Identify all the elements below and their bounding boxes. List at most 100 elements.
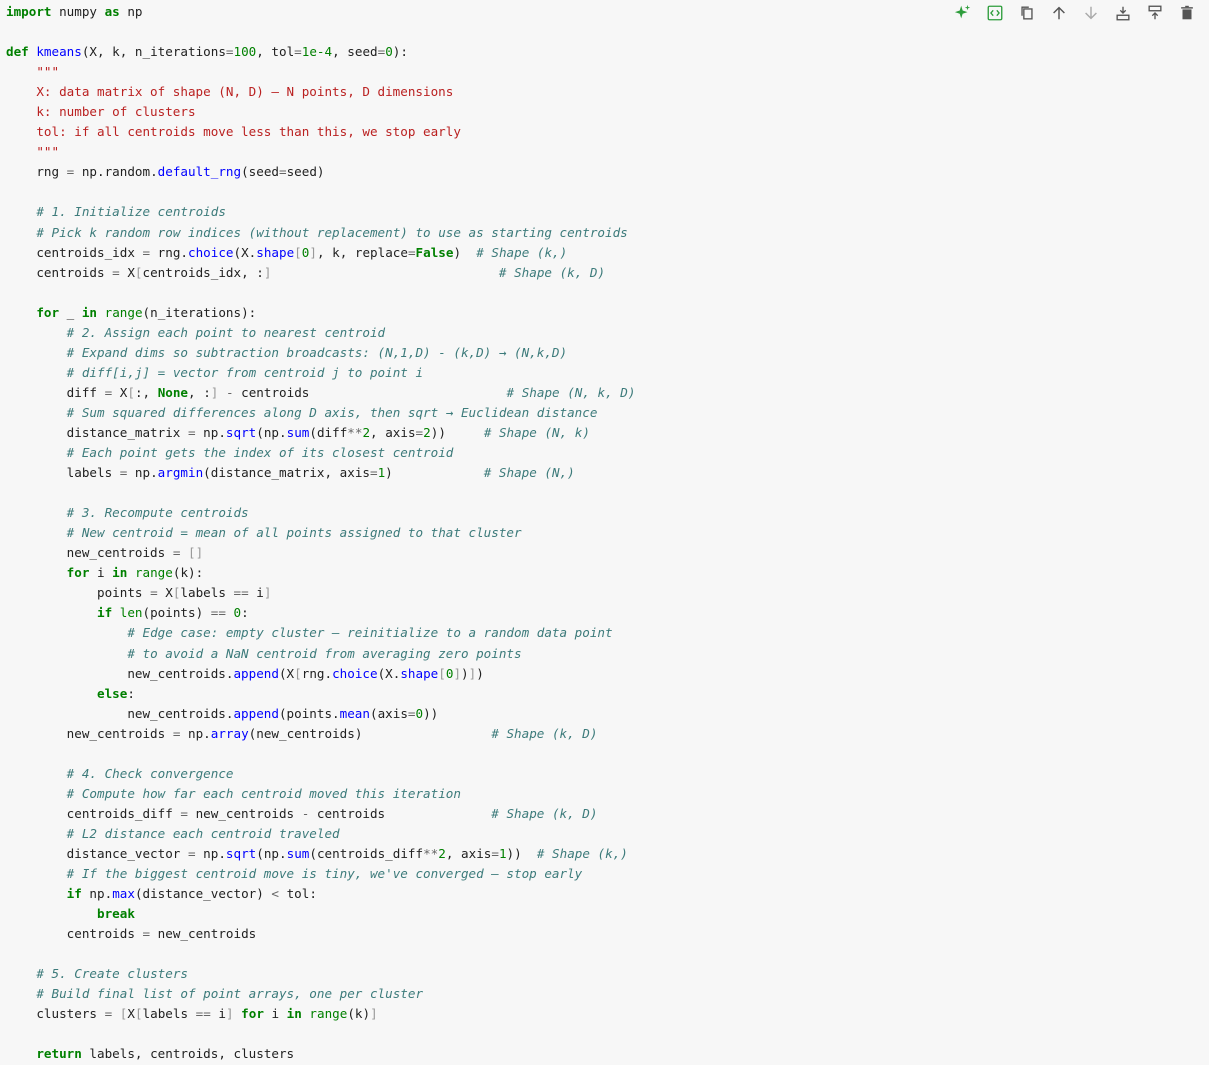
delete-button[interactable] bbox=[1171, 3, 1203, 23]
code-token: 0 bbox=[385, 44, 393, 60]
code-token: # Each point gets the index of its close… bbox=[66, 445, 454, 461]
code-token: array bbox=[210, 725, 249, 741]
code-token: if bbox=[66, 886, 82, 902]
code-token: # 2. Assign each point to nearest centro… bbox=[66, 324, 386, 340]
code-token: # Shape (k, D) bbox=[491, 805, 598, 821]
code-token: mean bbox=[339, 705, 370, 721]
code-line: distance_vector = np.sqrt(np.sum(centroi… bbox=[6, 844, 635, 864]
code-token: ) bbox=[453, 244, 477, 260]
code-token: = bbox=[142, 244, 151, 260]
code-line: # 3. Recompute centroids bbox=[6, 503, 635, 523]
insert-above-button[interactable] bbox=[1139, 3, 1171, 23]
code-token: 1e-4 bbox=[301, 44, 333, 60]
code-token: = bbox=[112, 264, 120, 280]
code-token: [ bbox=[134, 1006, 143, 1022]
code-token: (k) bbox=[347, 1006, 371, 1022]
code-token: [ bbox=[438, 665, 446, 681]
code-line: tol: if all centroids move less than thi… bbox=[6, 122, 635, 142]
trash-icon bbox=[1181, 5, 1193, 20]
code-token: == bbox=[233, 585, 249, 601]
move-down-button[interactable] bbox=[1075, 3, 1107, 23]
code-line: # Expand dims so subtraction broadcasts:… bbox=[6, 343, 635, 363]
code-token: , axis bbox=[445, 845, 492, 861]
code-token: 0 bbox=[233, 605, 242, 621]
code-token: [] bbox=[188, 545, 204, 561]
code-button[interactable] bbox=[979, 3, 1011, 23]
code-token: for bbox=[241, 1006, 264, 1022]
code-token: diff bbox=[6, 384, 105, 400]
code-token: # 4. Check convergence bbox=[66, 765, 234, 781]
code-token: (X. bbox=[377, 665, 401, 681]
code-line: # Build final list of point arrays, one … bbox=[6, 984, 635, 1004]
code-token: points bbox=[6, 585, 151, 601]
code-token: [ bbox=[127, 384, 135, 400]
code-token: 0 bbox=[415, 705, 424, 721]
code-token: np. bbox=[195, 424, 226, 440]
code-line: # 5. Create clusters bbox=[6, 964, 635, 984]
code-token: centroids bbox=[6, 926, 143, 942]
code-token: : bbox=[241, 605, 249, 621]
code-token: # 3. Recompute centroids bbox=[66, 505, 249, 521]
code-token: tol: if all centroids move less than thi… bbox=[6, 124, 461, 140]
code-line: centroids = new_centroids bbox=[6, 924, 635, 944]
code-token: # Shape (N,) bbox=[483, 465, 575, 481]
code-token: (diff bbox=[309, 424, 348, 440]
code-line: """ bbox=[6, 62, 635, 82]
code-token: """ bbox=[36, 64, 60, 80]
code-token: = bbox=[180, 805, 188, 821]
code-line: if np.max(distance_vector) < tol: bbox=[6, 884, 635, 904]
move-up-button[interactable] bbox=[1043, 3, 1075, 23]
code-token: = bbox=[369, 465, 378, 481]
code-token: :, bbox=[134, 384, 158, 400]
code-token: , axis bbox=[370, 424, 416, 440]
code-token: new_centroids. bbox=[6, 705, 234, 721]
code-token: ** bbox=[347, 424, 363, 440]
insert-below-button[interactable] bbox=[1107, 3, 1139, 23]
code-token: = bbox=[407, 244, 416, 260]
code-token: # New centroid = mean of all points assi… bbox=[66, 525, 522, 541]
code-token: (k): bbox=[172, 565, 204, 581]
code-token: if bbox=[97, 605, 113, 621]
code-line: """ bbox=[6, 142, 635, 162]
code-token: shape bbox=[256, 244, 295, 260]
code-token: new_centroids bbox=[187, 805, 302, 821]
code-line: # Edge case: empty cluster — reinitializ… bbox=[6, 623, 635, 643]
code-token: # diff[i,j] = vector from centroid j to … bbox=[66, 364, 424, 380]
code-token: rng. bbox=[150, 244, 188, 260]
code-line: distance_matrix = np.sqrt(np.sum(diff**2… bbox=[6, 423, 635, 443]
code-token: return bbox=[36, 1046, 82, 1062]
code-token: labels bbox=[142, 1006, 196, 1022]
code-token: [ bbox=[294, 665, 302, 681]
code-token: distance_matrix bbox=[6, 424, 188, 440]
code-token: new_centroids. bbox=[6, 665, 234, 681]
code-token: i bbox=[210, 1006, 226, 1022]
code-line: for _ in range(n_iterations): bbox=[6, 303, 635, 323]
code-token: in bbox=[112, 565, 128, 581]
code-token: np bbox=[119, 4, 143, 19]
code-token: # Shape (k,) bbox=[536, 845, 628, 861]
copy-button[interactable] bbox=[1011, 3, 1043, 23]
code-token: ] bbox=[263, 585, 272, 601]
code-token: _ bbox=[59, 304, 82, 320]
code-token: default_rng bbox=[157, 164, 242, 180]
code-token: ] bbox=[225, 1006, 234, 1022]
code-token: choice bbox=[188, 244, 234, 260]
code-token: distance_vector bbox=[6, 845, 188, 861]
insert-above-icon bbox=[1148, 5, 1162, 20]
code-line: return labels, centroids, clusters bbox=[6, 1044, 635, 1064]
code-token: = bbox=[279, 164, 287, 180]
code-line: # 2. Assign each point to nearest centro… bbox=[6, 323, 635, 343]
code-line: k: number of clusters bbox=[6, 102, 635, 122]
code-editor[interactable]: import numpy as np def kmeans(X, k, n_it… bbox=[6, 2, 635, 1064]
ai-assist-button[interactable] bbox=[947, 3, 979, 23]
code-line: for i in range(k): bbox=[6, 563, 635, 583]
